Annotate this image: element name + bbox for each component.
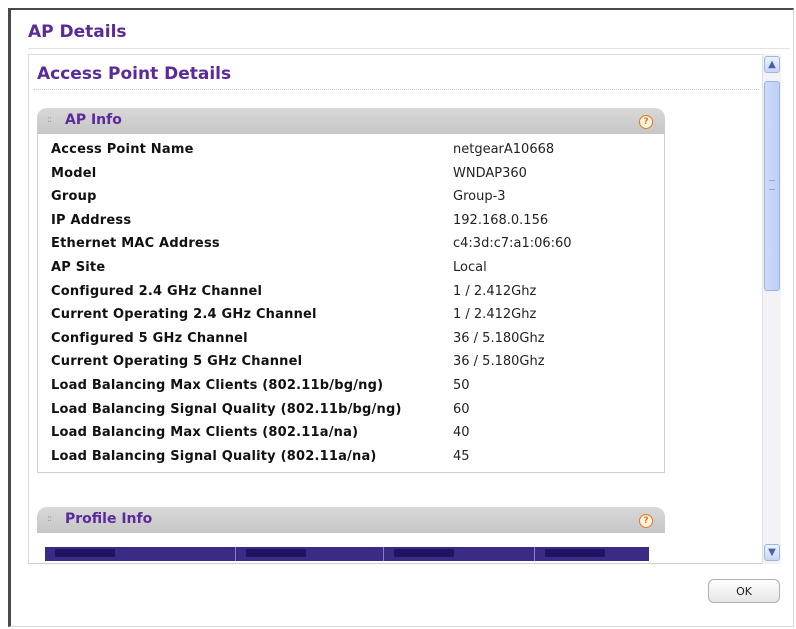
- info-row: Configured 5 GHz Channel 36 / 5.180Ghz: [38, 328, 664, 352]
- info-row: Access Point Name netgearA10668: [38, 139, 664, 163]
- chevron-up-icon[interactable]: ▲: [764, 56, 780, 73]
- ap-info-table: Access Point Name netgearA10668 Model WNDAP…: [37, 134, 665, 474]
- info-label: Ethernet MAC Address: [51, 236, 220, 252]
- profile-info-header: :: Profile Info ?: [37, 507, 665, 533]
- profile-table-header: [45, 547, 649, 561]
- profile-column-header[interactable]: [45, 547, 236, 561]
- ap-info-header: :: AP Info ?: [37, 108, 665, 134]
- profile-info-title: Profile Info: [65, 511, 153, 527]
- info-label: Load Balancing Signal Quality (802.11b/b…: [51, 401, 402, 417]
- info-row: Load Balancing Signal Quality (802.11a/n…: [38, 446, 664, 470]
- info-value: 36 / 5.180Ghz: [453, 354, 545, 370]
- info-value: 60: [453, 401, 470, 417]
- info-value: WNDAP360: [453, 165, 527, 181]
- help-icon[interactable]: ?: [639, 514, 653, 528]
- scrollbar-thumb[interactable]: [764, 81, 780, 291]
- drag-handle-icon: ::: [47, 514, 52, 524]
- info-label: IP Address: [51, 212, 132, 228]
- profile-column-header[interactable]: [384, 547, 536, 561]
- info-value: c4:3d:c7:a1:06:60: [453, 236, 572, 252]
- info-label: Load Balancing Signal Quality (802.11a/n…: [51, 448, 377, 464]
- section-divider: [33, 89, 759, 90]
- info-row: Configured 2.4 GHz Channel 1 / 2.412Ghz: [38, 281, 664, 305]
- info-value: Local: [453, 259, 487, 275]
- info-label: Group: [51, 189, 97, 205]
- info-value: 50: [453, 377, 470, 393]
- info-row: Load Balancing Max Clients (802.11b/bg/n…: [38, 375, 664, 399]
- title-divider: [28, 48, 790, 49]
- info-label: Configured 2.4 GHz Channel: [51, 283, 263, 299]
- info-row: Load Balancing Max Clients (802.11a/na) 4…: [38, 422, 664, 446]
- ok-button[interactable]: OK: [708, 579, 780, 603]
- info-label: Load Balancing Max Clients (802.11b/bg/n…: [51, 377, 384, 393]
- info-label: Configured 5 GHz Channel: [51, 330, 248, 346]
- info-row: Ethernet MAC Address c4:3d:c7:a1:06:60: [38, 233, 664, 257]
- profile-column-header[interactable]: [535, 547, 649, 561]
- ap-info-title: AP Info: [65, 112, 122, 128]
- drag-handle-icon: ::: [47, 115, 52, 125]
- info-row: Group Group-3: [38, 186, 664, 210]
- info-value: 1 / 2.412Ghz: [453, 307, 537, 323]
- ap-info-panel: :: AP Info ? Access Point Name netgearA10…: [37, 108, 665, 474]
- info-row: AP Site Local: [38, 257, 664, 281]
- info-value: Group-3: [453, 189, 506, 205]
- info-label: Access Point Name: [51, 142, 194, 157]
- section-title: Access Point Details: [37, 64, 232, 84]
- dialog-title: AP Details: [28, 22, 127, 42]
- info-row: Model WNDAP360: [38, 163, 664, 187]
- vertical-scrollbar[interactable]: ▲ ▼: [762, 54, 781, 564]
- info-label: Current Operating 5 GHz Channel: [51, 354, 303, 370]
- info-row: Current Operating 2.4 GHz Channel 1 / 2.4…: [38, 304, 664, 328]
- profile-info-panel: :: Profile Info ?: [37, 507, 665, 561]
- info-row: Load Balancing Signal Quality (802.11b/b…: [38, 399, 664, 423]
- info-label: Load Balancing Max Clients (802.11a/na): [51, 425, 359, 441]
- info-label: Current Operating 2.4 GHz Channel: [51, 307, 317, 323]
- info-value: 40: [453, 425, 470, 441]
- help-icon[interactable]: ?: [639, 115, 653, 129]
- info-label: Model: [51, 165, 97, 181]
- profile-column-header[interactable]: [236, 547, 385, 561]
- thumb-grip-icon: [769, 180, 775, 190]
- info-value: netgearA10668: [453, 142, 555, 157]
- details-scroll-area[interactable]: Access Point Details :: AP Info ? Access…: [28, 54, 762, 564]
- chevron-down-icon[interactable]: ▼: [764, 544, 780, 561]
- info-value: 45: [453, 448, 470, 464]
- info-value: 1 / 2.412Ghz: [453, 283, 537, 299]
- info-label: AP Site: [51, 259, 106, 275]
- info-value: 36 / 5.180Ghz: [453, 330, 545, 346]
- info-row: Current Operating 5 GHz Channel 36 / 5.18…: [38, 351, 664, 375]
- info-value: 192.168.0.156: [453, 212, 549, 228]
- info-row: IP Address 192.168.0.156: [38, 210, 664, 234]
